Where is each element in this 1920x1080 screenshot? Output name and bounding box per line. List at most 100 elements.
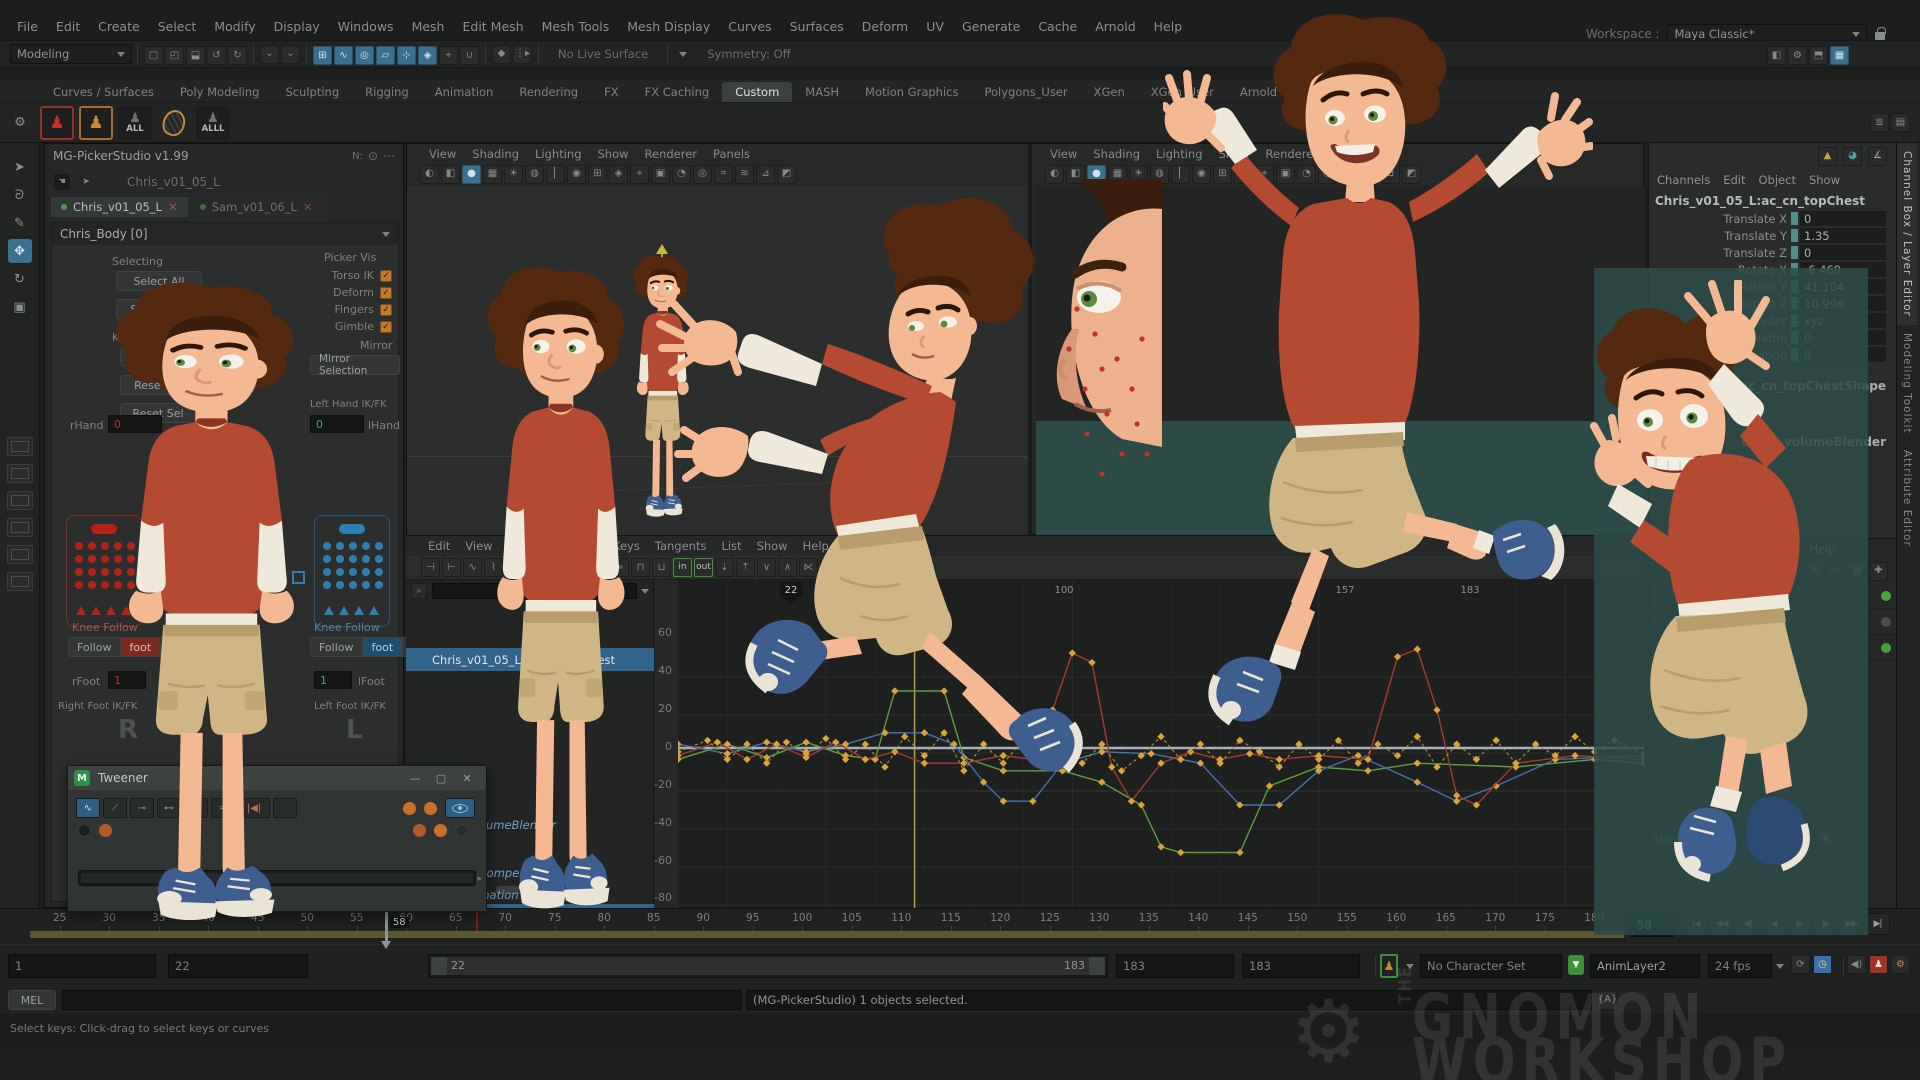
layout-outliner-persp-button[interactable]: [7, 572, 33, 591]
shelf-menu-icon[interactable]: ≣: [1870, 113, 1889, 132]
shelf-item-select-alll[interactable]: ♟ALLL: [196, 106, 230, 140]
picker-dot[interactable]: [323, 581, 331, 589]
menu-item-select[interactable]: Select: [149, 17, 206, 36]
shelf-tab-motion-graphics[interactable]: Motion Graphics: [852, 82, 971, 102]
close-button[interactable]: ✕: [454, 768, 480, 788]
channel-value-field[interactable]: [1800, 245, 1886, 260]
loop-playback-icon[interactable]: ⟳: [1791, 955, 1810, 974]
snap-point-icon[interactable]: ◎: [355, 46, 374, 65]
playback-start-field[interactable]: [168, 954, 308, 978]
save-scene-icon[interactable]: ⬓: [186, 46, 205, 65]
menu-item-modify[interactable]: Modify: [205, 17, 264, 36]
key-color-orange3-icon[interactable]: [434, 824, 447, 837]
picker-arrow-tool-icon[interactable]: ➤: [78, 174, 94, 190]
menu-item-mesh-display[interactable]: Mesh Display: [618, 17, 719, 36]
anim-layer-toggle-icon[interactable]: ▼: [1568, 955, 1584, 975]
vp-xray-icon[interactable]: ⊿: [756, 165, 775, 184]
picker-tab-sam[interactable]: Sam_v01_06_L✕: [190, 197, 323, 217]
tween-curve-mode-icon[interactable]: ∿: [76, 798, 100, 818]
vp-grid-icon[interactable]: ⌗: [714, 165, 733, 184]
vp-safe-action-icon[interactable]: ◔: [672, 165, 691, 184]
picker-dot[interactable]: [75, 555, 83, 563]
make-live-icon[interactable]: ◈: [418, 46, 437, 65]
script-editor-icon[interactable]: {A}: [1598, 991, 1617, 1010]
menu-item-create[interactable]: Create: [89, 17, 149, 36]
picker-dot[interactable]: [336, 568, 344, 576]
picker-pill[interactable]: [339, 524, 365, 534]
command-input[interactable]: [62, 990, 742, 1010]
shelf-tab-fx-caching[interactable]: FX Caching: [632, 82, 723, 102]
vp-safe-title-icon[interactable]: ◎: [693, 165, 712, 184]
sound-mute-icon[interactable]: ◀): [1847, 955, 1866, 974]
channel-value-field[interactable]: [1800, 211, 1886, 226]
viewport-menu-view[interactable]: View: [429, 147, 456, 161]
shelf-tab-rendering[interactable]: Rendering: [506, 82, 591, 102]
menu-set-dropdown[interactable]: Modeling: [10, 44, 132, 64]
picker-dot[interactable]: [349, 555, 357, 563]
picker-dot[interactable]: [362, 581, 370, 589]
mirror-selection-button[interactable]: Mirror Selection: [310, 355, 400, 375]
viewport-menu-lighting[interactable]: Lighting: [535, 147, 581, 161]
layout-three-pane-button[interactable]: [7, 545, 33, 564]
playback-end-field[interactable]: [1116, 954, 1234, 978]
vp-shadows-icon[interactable]: ◍: [525, 165, 544, 184]
symmetry-field[interactable]: Symmetry: Off: [693, 47, 804, 61]
menu-item-edit[interactable]: Edit: [47, 17, 89, 36]
shelf-editor-icon[interactable]: ▤: [1891, 113, 1910, 132]
menu-item-curves[interactable]: Curves: [719, 17, 780, 36]
highlight-selection-icon[interactable]: ⋮▸: [513, 45, 532, 64]
viewport-menu-shading[interactable]: Shading: [1093, 147, 1140, 161]
picker-dot[interactable]: [375, 555, 383, 563]
viewport-menu-show[interactable]: Show: [598, 147, 629, 161]
snap-plane-icon[interactable]: ▱: [376, 46, 395, 65]
viewport-menu-view[interactable]: View: [1050, 147, 1077, 161]
filter-icon[interactable]: ⌕: [411, 583, 427, 599]
picker-triangle[interactable]: [339, 606, 349, 615]
picker-dot[interactable]: [323, 542, 331, 550]
shelf-item-sam-picker[interactable]: ♟: [79, 106, 113, 140]
menu-item-windows[interactable]: Windows: [329, 17, 403, 36]
picker-dot[interactable]: [362, 568, 370, 576]
shelf-tab-mash[interactable]: MASH: [792, 82, 852, 102]
picker-tab-chris[interactable]: Chris_v01_05_L✕: [51, 197, 188, 217]
hierarchy-mode-icon[interactable]: ⌄: [281, 45, 300, 64]
key-color-orange-icon[interactable]: [403, 802, 416, 815]
picker-triangle[interactable]: [369, 606, 379, 615]
sidebar-tab-channel-box-layer-editor[interactable]: Channel Box / Layer Editor: [1897, 143, 1917, 325]
menu-item-mesh-tools[interactable]: Mesh Tools: [533, 17, 619, 36]
picker-dot[interactable]: [88, 542, 96, 550]
vp-hud-icon[interactable]: ≋: [735, 165, 754, 184]
key-color-rust2-icon[interactable]: [413, 824, 426, 837]
shelf-tab-rigging[interactable]: Rigging: [352, 82, 422, 102]
redo-icon[interactable]: ↻: [228, 46, 247, 65]
animation-start-field[interactable]: [8, 954, 156, 978]
vp-field-chart-icon[interactable]: ▣: [651, 165, 670, 184]
shelf-item-racket[interactable]: [157, 106, 191, 140]
picker-dot[interactable]: [375, 542, 383, 550]
vp-gate-mask-icon[interactable]: ⌖: [630, 165, 649, 184]
auto-key-icon[interactable]: ♟: [1869, 955, 1888, 974]
channel-pyramid-icon[interactable]: ▲: [1818, 147, 1837, 166]
menu-item-arnold[interactable]: Arnold: [1086, 17, 1144, 36]
picker-dot[interactable]: [349, 568, 357, 576]
close-icon[interactable]: ✕: [303, 200, 313, 214]
channel-node-name[interactable]: Chris_v01_05_L:ac_cn_topChest: [1649, 191, 1896, 210]
vp-sep-icon[interactable]: ⎢: [546, 165, 565, 184]
layout-single-pane-button[interactable]: [7, 437, 33, 456]
layout-four-pane-button[interactable]: [7, 464, 33, 483]
shelf-tab-curves-surfaces[interactable]: Curves / Surfaces: [40, 82, 167, 102]
minimize-button[interactable]: —: [402, 768, 428, 788]
channel-value-field[interactable]: [1800, 228, 1886, 243]
picker-dot[interactable]: [75, 568, 83, 576]
picker-body-header[interactable]: Chris_Body [0]: [52, 223, 398, 245]
maximize-button[interactable]: ▢: [428, 768, 454, 788]
character-set-icon[interactable]: ♟: [1380, 954, 1398, 978]
open-scene-icon[interactable]: ◰: [165, 46, 184, 65]
vp-smooth-shade-icon[interactable]: ●: [462, 165, 481, 184]
picker-triangle[interactable]: [91, 606, 101, 615]
picker-dot[interactable]: [349, 542, 357, 550]
vp-lighting-icon[interactable]: ◐: [420, 165, 439, 184]
pane-layout-icon[interactable]: ⬒: [1809, 46, 1828, 65]
picker-settings-icon[interactable]: ⊙: [368, 149, 378, 163]
vp-textured-icon[interactable]: ▦: [483, 165, 502, 184]
